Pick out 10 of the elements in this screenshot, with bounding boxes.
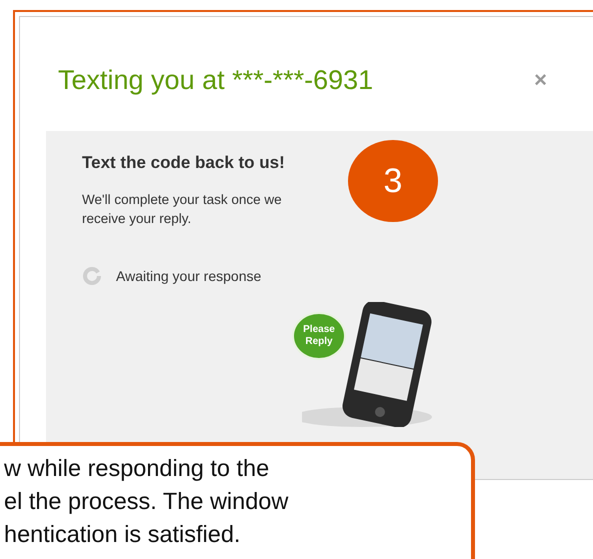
dialog-title: Texting you at ***-***-6931 xyxy=(58,64,374,96)
status-text: Awaiting your response xyxy=(116,268,262,284)
reply-bubble: Please Reply xyxy=(292,312,346,360)
close-button[interactable]: × xyxy=(534,67,547,93)
callout-text: w while responding to the xyxy=(4,454,270,483)
callout-text: hentication is satisfied. xyxy=(4,520,242,549)
panel-text: We'll complete your task once we receive your reply. xyxy=(82,191,282,228)
spinner-icon xyxy=(82,266,102,286)
panel-heading: Text the code back to us! xyxy=(82,152,286,174)
callout-text: el the process. The window xyxy=(4,487,290,516)
